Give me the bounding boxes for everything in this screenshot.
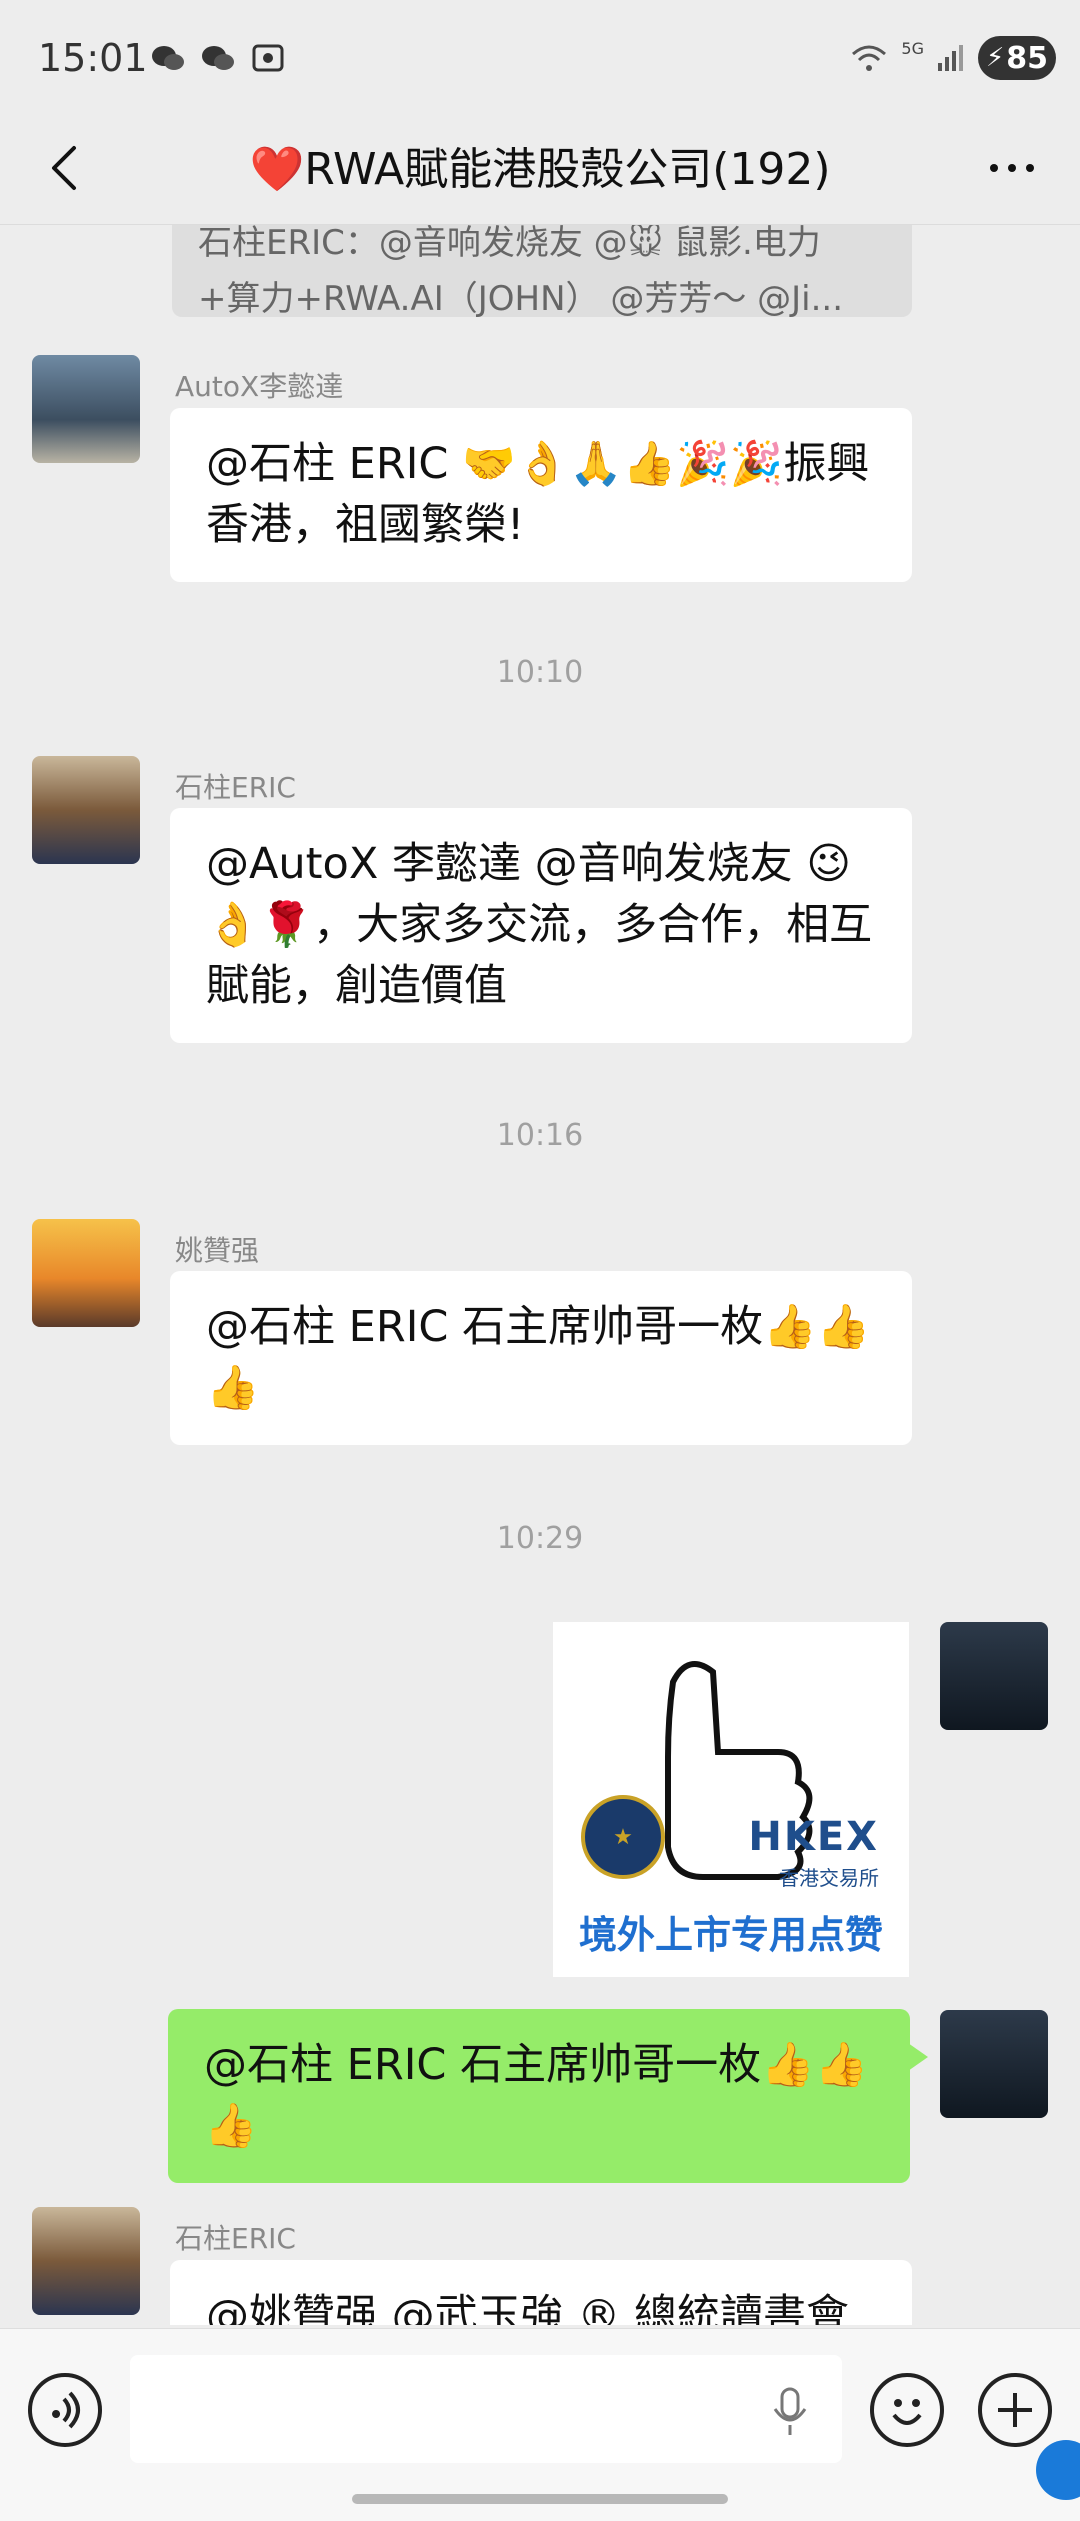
home-indicator[interactable] xyxy=(352,2494,728,2504)
wechat-icon xyxy=(152,46,184,70)
sender-name: AutoX李懿達 xyxy=(175,370,344,403)
my-message-bubble[interactable]: @石柱 ERIC 石主席帅哥一枚👍👍👍 xyxy=(168,2009,928,2183)
plus-icon[interactable] xyxy=(978,2373,1052,2447)
avatar[interactable] xyxy=(32,756,140,864)
timestamp: 10:10 xyxy=(496,655,584,690)
avatar[interactable] xyxy=(32,355,140,463)
status-time: 15:01 xyxy=(38,36,148,80)
timestamp: 10:29 xyxy=(496,1521,584,1556)
message-bubble[interactable]: @石柱 ERIC 🤝👌🙏👍🎉🎉振興香港，祖國繁榮! xyxy=(170,408,912,582)
thumbs-up-sticker[interactable]: ★ HKEX 香港交易所 境外上市专用点赞 xyxy=(553,1622,909,1977)
timestamp: 10:16 xyxy=(496,1118,584,1153)
voice-icon[interactable] xyxy=(28,2373,102,2447)
screenshot-icon xyxy=(252,44,284,72)
message-bubble[interactable]: @姚贊强 @武玉強 ® 總統讀書會創 xyxy=(170,2260,912,2325)
network-label: 5G xyxy=(901,38,924,58)
avatar[interactable] xyxy=(32,1219,140,1327)
my-avatar[interactable] xyxy=(940,1622,1048,1730)
sender-name: 石柱ERIC xyxy=(175,771,296,804)
sticker-caption: 境外上市专用点赞 xyxy=(578,1913,883,1957)
back-icon[interactable] xyxy=(38,138,98,198)
quoted-message[interactable]: 石柱ERIC：@音响发烧友 @🐭 鼠影.电力 +算力+RWA.AI（JOHN） … xyxy=(172,225,912,317)
hkex-logo: HKEX xyxy=(748,1814,879,1860)
chat-list[interactable]: 石柱ERIC：@音响发烧友 @🐭 鼠影.电力 +算力+RWA.AI（JOHN） … xyxy=(0,225,1080,2325)
message-input[interactable] xyxy=(130,2355,842,2463)
charging-icon: ⚡ xyxy=(985,43,1005,73)
message-bubble[interactable]: @石柱 ERIC 石主席帅哥一枚👍👍👍 xyxy=(170,1271,912,1445)
mic-icon[interactable] xyxy=(770,2387,810,2437)
signal-icon xyxy=(938,45,963,71)
my-avatar[interactable] xyxy=(940,2010,1048,2118)
more-icon[interactable] xyxy=(982,138,1042,198)
chat-title: ❤️RWA賦能港股殼公司(192) xyxy=(249,144,831,195)
hkex-cn-label: 香港交易所 xyxy=(779,1866,879,1890)
battery-indicator: ⚡ 85 xyxy=(978,36,1056,80)
sender-name: 石柱ERIC xyxy=(175,2222,296,2255)
emoji-icon[interactable] xyxy=(870,2373,944,2447)
wechat-icon-2 xyxy=(202,46,234,70)
sender-name: 姚贊强 xyxy=(175,1234,260,1267)
heart-emoji: ❤️ xyxy=(249,144,305,195)
avatar[interactable] xyxy=(32,2207,140,2315)
message-bubble[interactable]: @AutoX 李懿達 @音响发烧友 😉👌🌹，大家多交流，多合作，相互賦能，創造價… xyxy=(170,808,912,1043)
status-bar: 15:01 5G ⚡ 85 xyxy=(0,0,1080,120)
chat-header: ❤️RWA賦能港股殼公司(192) xyxy=(0,120,1080,225)
svg-text:★: ★ xyxy=(613,1825,633,1850)
wifi-icon xyxy=(852,45,887,71)
input-bar xyxy=(0,2328,1080,2521)
